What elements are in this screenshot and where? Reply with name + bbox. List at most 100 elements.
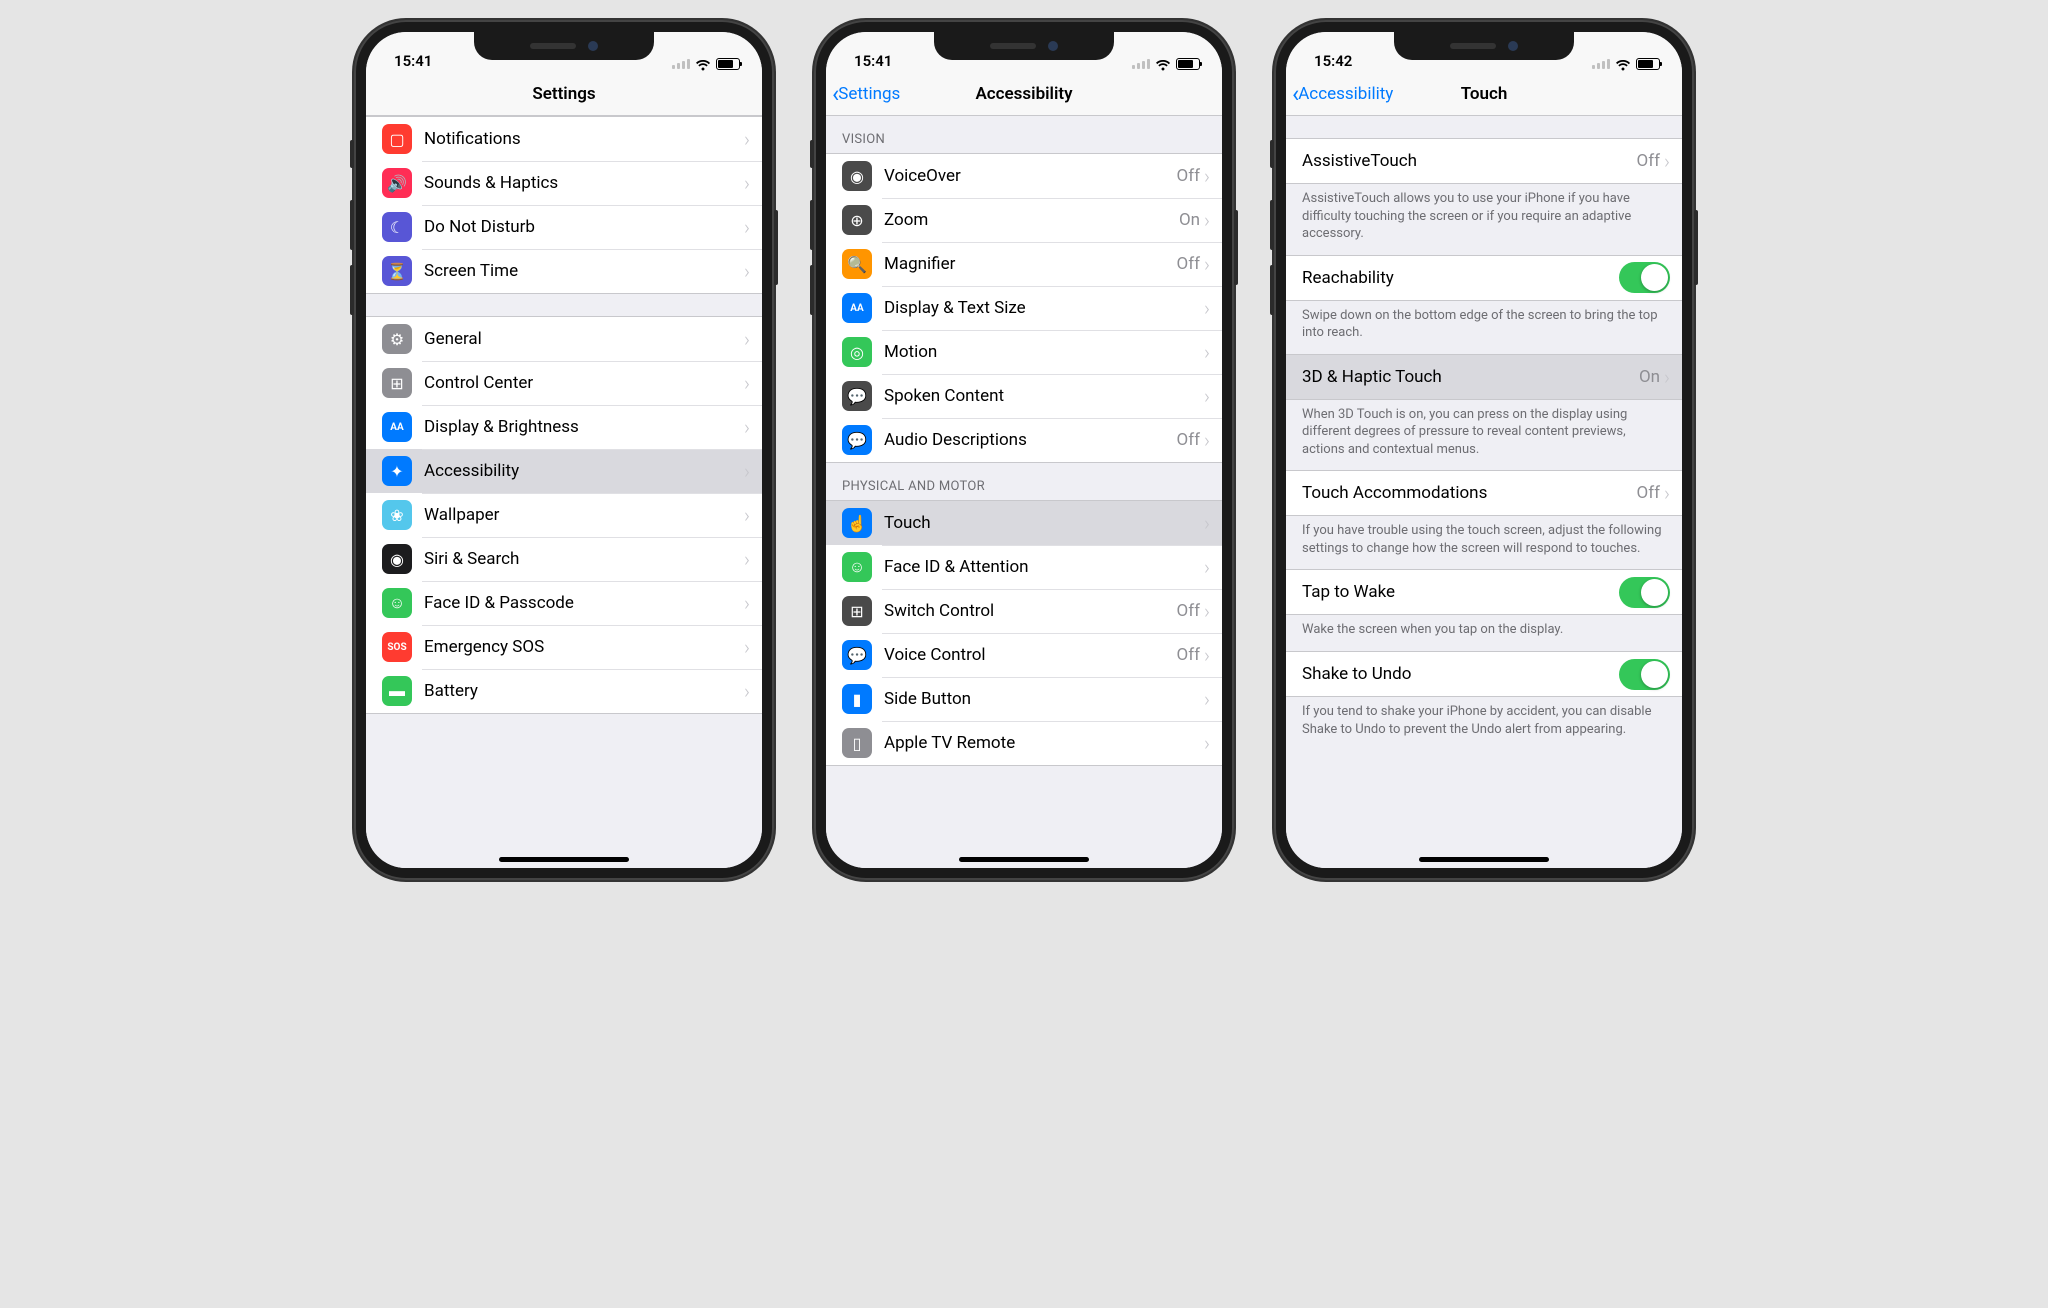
row-display-text-size[interactable]: AADisplay & Text Size›	[826, 286, 1222, 330]
back-label: Settings	[838, 84, 900, 104]
wifi-icon	[695, 58, 711, 70]
notch	[1394, 32, 1574, 60]
chevron-right-icon: ›	[744, 417, 750, 437]
row-label: Display & Brightness	[424, 417, 744, 437]
row-display-brightness[interactable]: AA Display & Brightness›	[366, 405, 762, 449]
display-icon: AA	[382, 412, 412, 442]
row-magnifier[interactable]: 🔍MagnifierOff›	[826, 242, 1222, 286]
row-control-center[interactable]: ⊞Control Center›	[366, 361, 762, 405]
row-audio-descriptions[interactable]: 💬Audio DescriptionsOff›	[826, 418, 1222, 462]
row-apple-tv-remote[interactable]: ▯Apple TV Remote›	[826, 721, 1222, 765]
row-battery[interactable]: ▬Battery›	[366, 669, 762, 713]
notch	[934, 32, 1114, 60]
voicectl-icon: 💬	[842, 640, 872, 670]
row-label: Sounds & Haptics	[424, 173, 744, 193]
chevron-right-icon: ›	[1204, 342, 1210, 362]
home-indicator[interactable]	[499, 857, 629, 862]
row-face-id-passcode[interactable]: ☺Face ID & Passcode›	[366, 581, 762, 625]
row-touch-accommodations[interactable]: Touch AccommodationsOff›	[1286, 471, 1682, 515]
row-accessibility[interactable]: ✦Accessibility›	[366, 449, 762, 493]
row-label: Motion	[884, 342, 1204, 362]
chevron-right-icon: ›	[744, 461, 750, 481]
battery-icon: ▬	[382, 676, 412, 706]
row-screen-time[interactable]: ⏳Screen Time›	[366, 249, 762, 293]
back-button[interactable]: ‹ Settings	[832, 82, 900, 106]
signal-icon	[672, 59, 690, 69]
row-label: Zoom	[884, 210, 1179, 230]
row-label: Switch Control	[884, 601, 1177, 621]
row-label: Touch	[884, 513, 1204, 533]
status-time: 15:41	[394, 52, 432, 70]
back-button[interactable]: ‹ Accessibility	[1292, 82, 1393, 106]
nav-bar: Settings	[366, 72, 762, 116]
section-footer: Wake the screen when you tap on the disp…	[1286, 615, 1682, 651]
row-value: On	[1639, 367, 1660, 387]
toggle-shake-to-undo[interactable]	[1619, 659, 1670, 690]
wifi-icon	[1615, 58, 1631, 70]
row-label: Emergency SOS	[424, 637, 744, 657]
row-assistivetouch[interactable]: AssistiveTouchOff›	[1286, 139, 1682, 183]
row-voice-control[interactable]: 💬Voice ControlOff›	[826, 633, 1222, 677]
row-switch-control[interactable]: ⊞Switch ControlOff›	[826, 589, 1222, 633]
row-notifications[interactable]: ▢Notifications›	[366, 117, 762, 161]
phone-frame-1: 15:41 Settings ▢Notifications›🔊Sounds & …	[354, 20, 774, 880]
battery-icon	[1636, 58, 1660, 70]
row-reachability[interactable]: Reachability	[1286, 256, 1682, 300]
row-label: Siri & Search	[424, 549, 744, 569]
row-emergency-sos[interactable]: SOSEmergency SOS›	[366, 625, 762, 669]
row-label: Audio Descriptions	[884, 430, 1177, 450]
row-label: Wallpaper	[424, 505, 744, 525]
row-label: General	[424, 329, 744, 349]
row-label: Control Center	[424, 373, 744, 393]
row-do-not-disturb[interactable]: ☾Do Not Disturb›	[366, 205, 762, 249]
section-footer: Swipe down on the bottom edge of the scr…	[1286, 301, 1682, 354]
row-wallpaper[interactable]: ❀Wallpaper›	[366, 493, 762, 537]
row-voiceover[interactable]: ◉VoiceOverOff›	[826, 154, 1222, 198]
settings-list[interactable]: ▢Notifications›🔊Sounds & Haptics›☾Do Not…	[366, 116, 762, 868]
chevron-right-icon: ›	[744, 261, 750, 281]
row-face-id-attention[interactable]: ☺Face ID & Attention›	[826, 545, 1222, 589]
accessibility-list[interactable]: VISION◉VoiceOverOff›⊕ZoomOn›🔍MagnifierOf…	[826, 116, 1222, 868]
section-footer: When 3D Touch is on, you can press on th…	[1286, 400, 1682, 471]
chevron-right-icon: ›	[1664, 151, 1670, 171]
row-sounds-haptics[interactable]: 🔊Sounds & Haptics›	[366, 161, 762, 205]
row-tap-to-wake[interactable]: Tap to Wake	[1286, 570, 1682, 614]
control-icon: ⊞	[382, 368, 412, 398]
chevron-right-icon: ›	[744, 129, 750, 149]
textsize-icon: AA	[842, 293, 872, 323]
sos-icon: SOS	[382, 632, 412, 662]
row-label: VoiceOver	[884, 166, 1177, 186]
row-side-button[interactable]: ▮Side Button›	[826, 677, 1222, 721]
phone-frame-3: 15:42 ‹ Accessibility Touch AssistiveTou…	[1274, 20, 1694, 880]
home-indicator[interactable]	[1419, 857, 1549, 862]
chevron-right-icon: ›	[744, 173, 750, 193]
row-siri-search[interactable]: ◉Siri & Search›	[366, 537, 762, 581]
touch-settings-list[interactable]: AssistiveTouchOff›AssistiveTouch allows …	[1286, 116, 1682, 868]
nav-bar: ‹ Settings Accessibility	[826, 72, 1222, 116]
row-general[interactable]: ⚙General›	[366, 317, 762, 361]
row-3d-haptic-touch[interactable]: 3D & Haptic TouchOn›	[1286, 355, 1682, 399]
row-touch[interactable]: ☝Touch›	[826, 501, 1222, 545]
nav-bar: ‹ Accessibility Touch	[1286, 72, 1682, 116]
row-value: Off	[1637, 151, 1661, 171]
row-value: Off	[1177, 430, 1201, 450]
row-shake-to-undo[interactable]: Shake to Undo	[1286, 652, 1682, 696]
row-zoom[interactable]: ⊕ZoomOn›	[826, 198, 1222, 242]
row-motion[interactable]: ◎Motion›	[826, 330, 1222, 374]
row-label: Touch Accommodations	[1302, 483, 1637, 503]
row-value: Off	[1177, 645, 1201, 665]
row-spoken-content[interactable]: 💬Spoken Content›	[826, 374, 1222, 418]
toggle-tap-to-wake[interactable]	[1619, 577, 1670, 608]
chevron-right-icon: ›	[1664, 483, 1670, 503]
row-value: On	[1179, 210, 1200, 230]
home-indicator[interactable]	[959, 857, 1089, 862]
siri-icon: ◉	[382, 544, 412, 574]
row-label: Apple TV Remote	[884, 733, 1204, 753]
sidebutton-icon: ▮	[842, 684, 872, 714]
toggle-reachability[interactable]	[1619, 262, 1670, 293]
chevron-right-icon: ›	[1204, 689, 1210, 709]
chevron-right-icon: ›	[744, 329, 750, 349]
row-value: Off	[1177, 601, 1201, 621]
section-header: PHYSICAL AND MOTOR	[826, 463, 1222, 500]
row-label: Tap to Wake	[1302, 582, 1619, 602]
